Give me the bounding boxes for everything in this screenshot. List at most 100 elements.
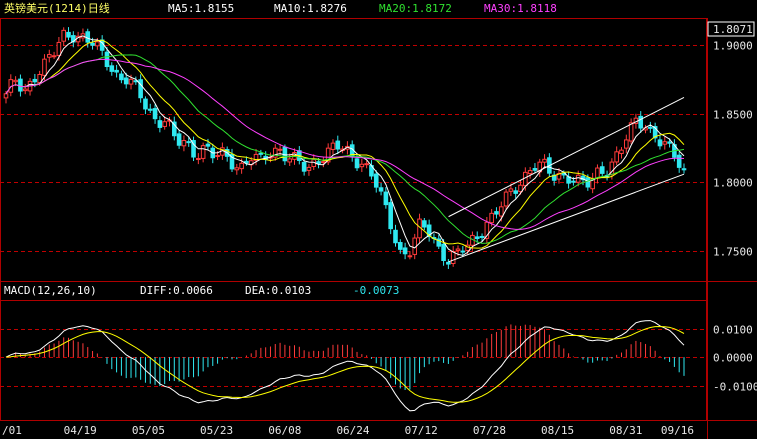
- candle-up: [181, 140, 187, 147]
- candle-down: [123, 77, 129, 85]
- candle-down: [282, 146, 288, 162]
- candle-up: [527, 170, 533, 175]
- ma30-line: [5, 58, 685, 230]
- candle-up: [503, 191, 509, 207]
- candle-down: [513, 190, 519, 194]
- candle-down: [147, 108, 153, 111]
- candle-down: [85, 31, 91, 43]
- candle-up: [330, 142, 336, 150]
- candle-down: [152, 108, 158, 120]
- macd-tick-label: 0.0000: [713, 352, 753, 365]
- candle-down: [638, 115, 644, 129]
- candle-down: [494, 211, 499, 215]
- candle-down: [186, 141, 192, 144]
- candle-up: [628, 122, 634, 142]
- legend-ma30: MA30:1.8118: [484, 2, 557, 15]
- candle-down: [66, 31, 71, 38]
- candle-up: [239, 162, 244, 170]
- candle-up: [162, 121, 167, 127]
- candle-up: [595, 167, 600, 179]
- candle-down: [90, 42, 95, 46]
- price-tick-label: 1.7500: [713, 246, 753, 259]
- candle-up: [42, 58, 47, 76]
- candle-up: [128, 78, 134, 85]
- candle-down: [316, 161, 321, 165]
- candle-down: [176, 133, 182, 146]
- candle-down: [479, 235, 485, 238]
- candle-up: [623, 139, 629, 149]
- candle-up: [215, 155, 220, 158]
- macd-bar-value: -0.0073: [353, 284, 399, 297]
- time-tick-label: 06/24: [336, 424, 369, 437]
- time-tick-label: 08/31: [609, 424, 642, 437]
- candle-up: [306, 166, 312, 171]
- candle-up: [614, 151, 619, 163]
- trend-line-1: [448, 97, 685, 218]
- time-tick-label: 07/12: [405, 424, 438, 437]
- stock-chart: 1.9000 1.8500 1.8000 1.7500 0.0100 0.0000 -0.0…: [0, 0, 757, 439]
- candle-down: [157, 120, 163, 128]
- candle-down: [681, 168, 687, 171]
- candle-up: [508, 188, 514, 192]
- macd-title: MACD(12,26,10): [4, 284, 97, 297]
- axis-labels: 1.9000 1.8500 1.8000 1.7500 0.0100 0.0000 -0.0…: [2, 40, 757, 438]
- legend-ma20: MA20:1.8172: [379, 2, 452, 15]
- price-tick-label: 1.8000: [713, 177, 753, 190]
- price-tick-label: 1.9000: [713, 40, 753, 53]
- candle-up: [407, 255, 413, 258]
- candle-down: [441, 243, 446, 262]
- macd-tick-label: 0.0100: [713, 324, 753, 337]
- chart-frame: [0, 18, 757, 439]
- candle-up: [13, 79, 18, 83]
- macd-tick-label: -0.0100: [713, 381, 757, 394]
- chart-canvas: 1.9000 1.8500 1.8000 1.7500 0.0100 0.0000 -0.0…: [0, 1, 757, 439]
- candle-up: [619, 149, 624, 154]
- candle-down: [354, 158, 360, 169]
- time-tick-label: /01: [2, 424, 22, 437]
- candle-up: [364, 163, 369, 166]
- candle-down: [383, 191, 389, 206]
- candle-up: [46, 54, 52, 58]
- candle-down: [585, 177, 591, 188]
- candle-down: [599, 166, 605, 174]
- candle-down: [138, 79, 143, 99]
- candle-down: [301, 161, 307, 172]
- legend-ma5: MA5:1.8155: [168, 2, 234, 15]
- candle-up: [321, 161, 326, 164]
- time-tick-label: 07/28: [473, 424, 506, 437]
- candle-down: [571, 180, 576, 183]
- candle-down: [397, 242, 403, 250]
- candle-up: [662, 141, 668, 145]
- candle-up: [542, 158, 547, 163]
- legend-ma10: MA10:1.8276: [274, 2, 347, 15]
- candle-up: [450, 251, 456, 265]
- candle-down: [109, 65, 115, 72]
- candle-down: [402, 247, 408, 255]
- candle-down: [393, 229, 398, 244]
- candle-down: [422, 220, 427, 228]
- candle-up: [61, 29, 67, 42]
- time-tick-label: 04/19: [64, 424, 97, 437]
- time-tick-label: 06/08: [268, 424, 301, 437]
- candle-up: [489, 212, 494, 224]
- candle-down: [667, 141, 672, 144]
- candle-down: [378, 187, 384, 192]
- candle-up: [200, 145, 206, 159]
- time-tick-label: 05/23: [200, 424, 233, 437]
- ma10-line: [5, 39, 685, 249]
- candle-down: [205, 143, 211, 147]
- price-tick-label: 1.8500: [713, 109, 753, 122]
- macd-lines: [5, 320, 685, 412]
- candle-up: [95, 41, 100, 47]
- current-price-label: 1.8071: [713, 23, 753, 36]
- candle-down: [258, 152, 264, 155]
- candle-up: [455, 248, 461, 251]
- time-tick-label: 09/16: [661, 424, 694, 437]
- candle-up: [277, 148, 283, 151]
- candle-down: [446, 261, 451, 265]
- candle-up: [51, 55, 57, 58]
- candle-up: [498, 206, 504, 217]
- candle-up: [359, 163, 365, 168]
- ma5-line: [5, 35, 685, 256]
- time-tick-label: 08/15: [541, 424, 574, 437]
